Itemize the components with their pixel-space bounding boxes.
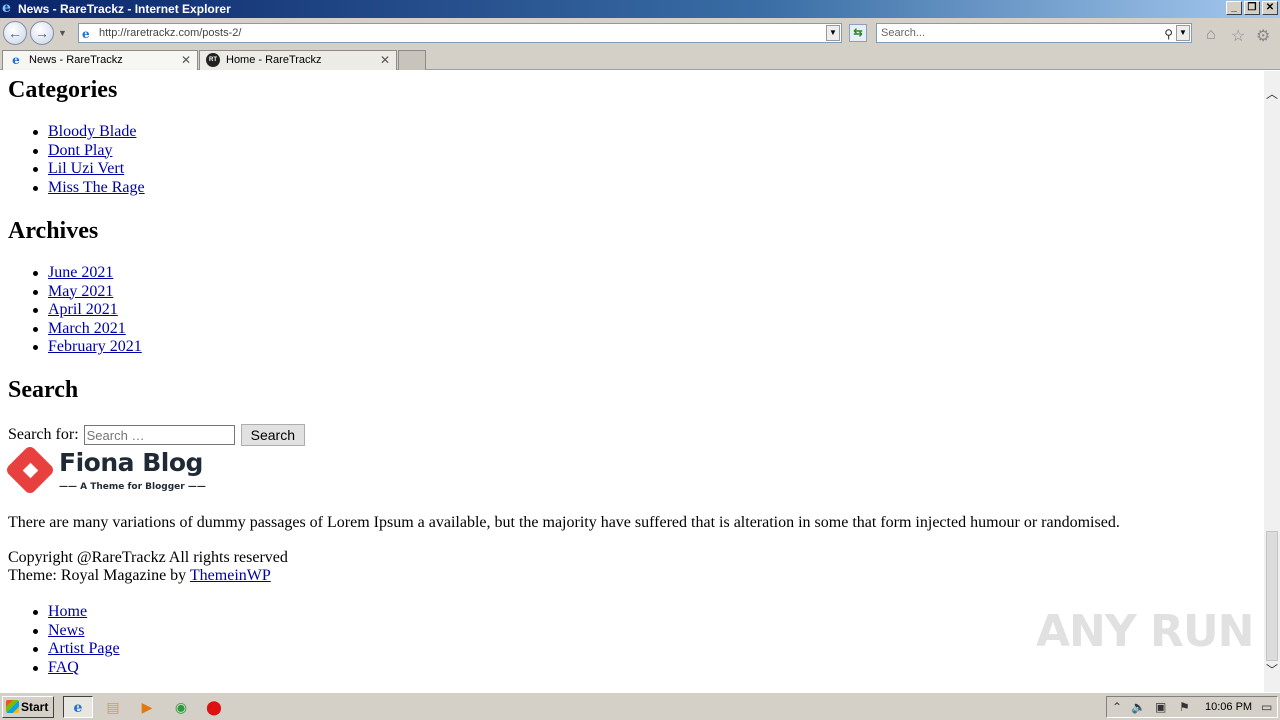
address-bar[interactable]: e http://raretrackz.com/posts-2/ ▼ <box>78 23 842 43</box>
list-item: Artist Page <box>33 640 120 659</box>
categories-heading: Categories <box>8 77 118 103</box>
archive-link[interactable]: March 2021 <box>48 320 126 337</box>
volume-icon[interactable]: 🔈 <box>1131 700 1146 714</box>
raretrackz-favicon-icon: RT <box>206 53 220 67</box>
list-item: Lil Uzi Vert <box>33 160 145 179</box>
themeinwp-link[interactable]: ThemeinWP <box>190 567 271 584</box>
category-link[interactable]: Bloody Blade <box>48 123 136 140</box>
close-tab-icon[interactable]: ✕ <box>181 51 191 69</box>
categories-list: Bloody Blade Dont Play Lil Uzi Vert Miss… <box>33 123 145 198</box>
list-item: April 2021 <box>33 301 142 320</box>
footer-link-faq[interactable]: FAQ <box>48 659 79 676</box>
close-window-button[interactable]: ✕ <box>1262 1 1278 15</box>
window-title-bar: e News - RareTrackz - Internet Explorer … <box>0 0 1280 18</box>
logo-tagline: —— A Theme for Blogger —— <box>59 482 206 492</box>
favorites-star-icon[interactable]: ☆ <box>1231 26 1245 46</box>
tray-expand-icon[interactable]: ⌃ <box>1112 700 1122 714</box>
list-item: February 2021 <box>33 338 142 357</box>
close-tab-icon[interactable]: ✕ <box>380 51 390 69</box>
ie-tab-icon: e <box>12 53 20 67</box>
back-button[interactable]: ← <box>3 21 27 45</box>
search-heading: Search <box>8 377 79 403</box>
address-url: http://raretrackz.com/posts-2/ <box>99 27 242 39</box>
list-item: Home <box>33 603 120 622</box>
list-item: May 2021 <box>33 283 142 302</box>
archives-heading: Archives <box>8 218 99 244</box>
anyrun-watermark: ANY RUN <box>1036 606 1254 657</box>
list-item: Miss The Rage <box>33 179 145 198</box>
show-desktop-icon[interactable]: ▭ <box>1261 700 1272 714</box>
taskbar-media-player-icon[interactable]: ▶ <box>132 696 162 718</box>
windows-flag-icon <box>6 700 19 713</box>
list-item: Bloody Blade <box>33 123 145 142</box>
browser-nav-bar: ← → ▼ e http://raretrackz.com/posts-2/ ▼… <box>0 18 1280 48</box>
logo-title: Fiona Blog <box>59 448 203 477</box>
new-tab-button[interactable] <box>398 50 426 70</box>
category-link[interactable]: Miss The Rage <box>48 179 145 196</box>
footer-nav: Home News Artist Page FAQ <box>33 603 120 678</box>
archive-link[interactable]: April 2021 <box>48 301 118 318</box>
tab-home[interactable]: RT Home - RareTrackz ✕ <box>199 50 397 70</box>
refresh-go-icon[interactable]: ⇆ <box>849 24 867 42</box>
taskbar-ie-icon[interactable]: e <box>63 696 93 718</box>
search-dropdown-icon[interactable]: ▼ <box>1176 25 1190 41</box>
scroll-down-icon[interactable]: ﹀ <box>1264 661 1280 678</box>
scroll-up-icon[interactable]: ︿ <box>1264 85 1280 102</box>
category-link[interactable]: Lil Uzi Vert <box>48 160 124 177</box>
tab-news[interactable]: e News - RareTrackz ✕ <box>2 50 198 70</box>
list-item: June 2021 <box>33 264 142 283</box>
forward-button[interactable]: → <box>30 21 54 45</box>
history-dropdown-icon[interactable]: ▼ <box>58 28 67 38</box>
archive-link[interactable]: May 2021 <box>48 283 113 300</box>
window-title: News - RareTrackz - Internet Explorer <box>18 2 231 16</box>
archives-list: June 2021 May 2021 April 2021 March 2021… <box>33 264 142 357</box>
taskbar-explorer-folder-icon[interactable]: ▤ <box>98 696 128 718</box>
footer-link-home[interactable]: Home <box>48 603 87 620</box>
tab-label: News - RareTrackz <box>29 54 123 66</box>
minimize-button[interactable]: _ <box>1226 1 1242 15</box>
scroll-thumb[interactable] <box>1266 531 1278 661</box>
browser-search-placeholder: Search... <box>881 27 926 39</box>
page-ie-icon: e <box>82 27 90 41</box>
theme-prefix: Theme: Royal Magazine by <box>8 567 187 584</box>
footer-link-news[interactable]: News <box>48 622 84 639</box>
archive-link[interactable]: February 2021 <box>48 338 142 355</box>
theme-credit: Theme: Royal Magazine by ThemeinWP <box>8 567 271 585</box>
ie-logo-icon: e <box>2 0 11 16</box>
category-link[interactable]: Dont Play <box>48 142 112 159</box>
footer-link-artist-page[interactable]: Artist Page <box>48 640 120 657</box>
search-form: Search for: Search <box>8 424 305 446</box>
home-icon[interactable]: ⌂ <box>1206 26 1216 44</box>
restore-button[interactable]: ❐ <box>1244 1 1260 15</box>
search-input[interactable] <box>83 425 235 445</box>
taskbar: Start e ▤ ▶ ◉ ⬤ ⌃ 🔈 ▣ ⚑ 10:06 PM ▭ <box>0 692 1280 720</box>
list-item: Dont Play <box>33 142 145 161</box>
site-description: There are many variations of dummy passa… <box>8 514 1120 531</box>
browser-search-input[interactable]: Search... ⚲ ▼ <box>876 23 1192 43</box>
search-label: Search for: <box>8 426 79 443</box>
start-button[interactable]: Start <box>2 696 54 718</box>
search-icon[interactable]: ⚲ <box>1164 25 1173 43</box>
list-item: March 2021 <box>33 320 142 339</box>
start-label: Start <box>21 700 49 714</box>
page-content: Categories Bloody Blade Dont Play Lil Uz… <box>0 71 1264 692</box>
taskbar-chrome-icon[interactable]: ◉ <box>166 696 196 718</box>
list-item: FAQ <box>33 659 120 678</box>
search-button[interactable]: Search <box>240 424 305 446</box>
fiona-blog-logo[interactable]: Fiona Blog —— A Theme for Blogger —— <box>4 444 218 498</box>
gear-icon[interactable]: ⚙ <box>1256 26 1270 46</box>
system-tray: ⌃ 🔈 ▣ ⚑ 10:06 PM ▭ <box>1106 696 1278 718</box>
list-item: News <box>33 622 120 641</box>
copyright-text: Copyright @RareTrackz All rights reserve… <box>8 549 288 566</box>
clock[interactable]: 10:06 PM <box>1205 701 1252 713</box>
page-scrollbar[interactable]: ︿ ﹀ <box>1264 71 1280 692</box>
taskbar-stop-icon[interactable]: ⬤ <box>199 696 229 718</box>
tab-label: Home - RareTrackz <box>226 54 322 66</box>
tab-bar: e News - RareTrackz ✕ RT Home - RareTrac… <box>0 48 1280 70</box>
network-icon[interactable]: ▣ <box>1155 700 1166 714</box>
action-center-flag-icon[interactable]: ⚑ <box>1179 700 1190 714</box>
address-dropdown-icon[interactable]: ▼ <box>826 25 840 41</box>
archive-link[interactable]: June 2021 <box>48 264 113 281</box>
